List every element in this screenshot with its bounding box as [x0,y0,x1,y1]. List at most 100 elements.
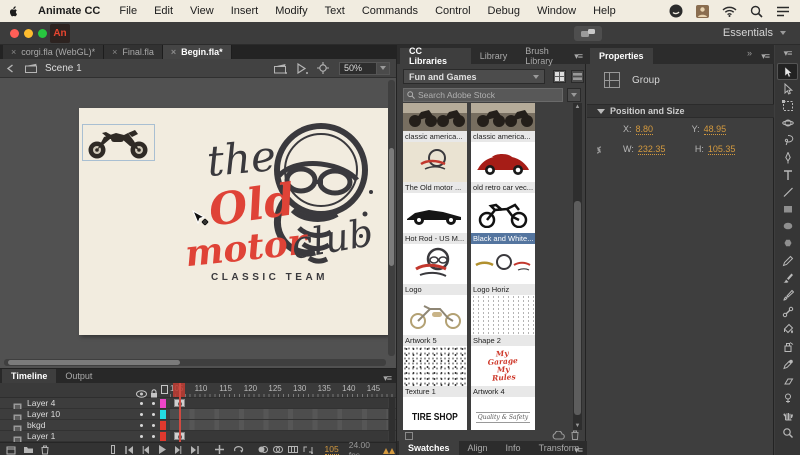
free-transform-tool[interactable] [777,97,798,114]
zoom-tool[interactable] [777,424,798,441]
polystar-tool[interactable] [777,235,798,252]
menu-modify[interactable]: Modify [275,5,307,17]
classic-brush-tool[interactable] [777,286,798,303]
menu-commands[interactable]: Commands [362,5,418,17]
pasteboard[interactable]: the Old motor club CLASSIC TEAM [0,78,396,368]
scene-name[interactable]: Scene 1 [45,63,82,74]
oval-tool[interactable] [777,218,798,235]
scroll-up-icon[interactable]: ▲ [574,103,581,111]
library-item[interactable]: Texture 1 [403,346,467,397]
menu-control[interactable]: Control [435,5,470,17]
eraser-tool[interactable] [777,372,798,389]
menu-edit[interactable]: Edit [154,5,173,17]
h-value[interactable]: 105.35 [708,144,736,155]
library-item[interactable]: Hot Rod - US M... [403,193,467,244]
library-scrollbar[interactable]: ▲ ▼ [573,103,582,430]
close-icon[interactable]: × [112,47,117,57]
layer-row-layer10[interactable]: Layer 10 [0,409,396,420]
user-avatar-icon[interactable] [696,5,709,18]
outline-all-layers-icon[interactable] [161,385,168,394]
w-value[interactable]: 232.35 [638,144,666,155]
y-value[interactable]: 48.95 [704,124,727,135]
tab-properties[interactable]: Properties [590,48,653,64]
search-input[interactable] [418,90,559,100]
menu-insert[interactable]: Insert [231,5,259,17]
asset-warp-tool[interactable] [777,390,798,407]
onion-range-icon[interactable] [382,446,396,454]
edit-symbols-button[interactable] [296,63,308,74]
panel-menu-icon[interactable]: ▾≡ [574,445,582,455]
bone-tool[interactable] [777,304,798,321]
collapse-to-icons-icon[interactable]: » [747,48,752,58]
panel-menu-icon[interactable]: ▾≡ [784,48,792,59]
insert-keyframe-button[interactable] [215,445,224,454]
layer-visibility-dot[interactable] [140,402,143,405]
stage-horizontal-scrollbar[interactable] [4,359,386,366]
menu-text[interactable]: Text [325,5,345,17]
notification-center-icon[interactable] [776,6,790,17]
paint-bucket-tool[interactable] [777,321,798,338]
lasso-tool[interactable] [777,132,798,149]
workspace-switcher[interactable]: Essentials [723,27,786,39]
zoom-dropdown-button[interactable] [377,62,390,75]
edit-multiple-frames-icon[interactable] [288,445,298,454]
go-to-first-frame-button[interactable] [125,446,134,454]
rectangle-tool[interactable] [777,201,798,218]
timeline-ruler[interactable]: 105 110 115 120 125 130 135 140 145 [0,383,396,398]
selection-tool[interactable] [777,63,798,80]
close-icon[interactable]: × [11,47,16,57]
subselection-tool[interactable] [777,80,798,97]
text-tool[interactable] [777,166,798,183]
hand-tool[interactable] [777,407,798,424]
library-item[interactable]: Quality & Safety [471,397,535,430]
pen-tool[interactable] [777,149,798,166]
library-item[interactable]: Shape 2 [471,295,535,346]
tab-info[interactable]: Info [497,441,530,455]
list-view-button[interactable] [571,70,584,83]
window-zoom-button[interactable] [38,29,47,38]
stage-vertical-scrollbar[interactable] [388,80,395,356]
loop-button[interactable] [233,445,244,454]
wifi-icon[interactable] [722,6,737,17]
current-frame-value[interactable]: 105 [325,444,339,455]
layer-row-layer1[interactable]: Layer 1 [0,431,396,442]
layer-visibility-dot[interactable] [140,424,143,427]
layer-lock-dot[interactable] [152,435,155,438]
menu-view[interactable]: View [190,5,214,17]
lock-aspect-ratio-icon[interactable] [593,142,605,160]
selected-bitmap-motorcycle[interactable] [82,124,155,161]
ink-bottle-tool[interactable] [777,338,798,355]
stage-canvas[interactable]: the Old motor club CLASSIC TEAM [79,108,388,335]
play-button[interactable] [158,445,166,454]
layer-frames[interactable] [170,398,388,408]
library-item[interactable]: Logo Horiz [471,244,535,295]
go-to-last-frame-button[interactable] [190,446,199,454]
close-icon[interactable]: × [171,47,176,57]
delete-layer-button[interactable] [41,445,49,455]
library-item[interactable]: Artwork 5 [403,295,467,346]
library-item[interactable]: The Old motor ... [403,142,467,193]
new-item-checkbox[interactable] [405,432,413,440]
library-item[interactable]: My Garage My Rules Artwork 4 [471,346,535,397]
tab-final-fla[interactable]: ×Final.fla [104,45,163,59]
step-back-button[interactable] [142,446,150,454]
grid-view-button[interactable] [553,70,566,83]
library-items-viewport[interactable]: classic america... classic america... Th… [403,103,569,430]
window-close-button[interactable] [10,29,19,38]
search-options-button[interactable] [567,88,581,102]
layer-color-swatch[interactable] [160,399,166,408]
tab-cc-libraries[interactable]: CC Libraries [400,48,471,64]
tab-timeline[interactable]: Timeline [2,369,56,383]
layer-color-swatch[interactable] [160,421,166,430]
tab-swatches[interactable]: Swatches [399,441,459,455]
window-minimize-button[interactable] [24,29,33,38]
new-layer-button[interactable] [6,445,16,455]
scrollbar-thumb[interactable] [389,148,394,266]
tab-align[interactable]: Align [459,441,497,455]
library-collection-dropdown[interactable]: Fun and Games [403,69,545,84]
back-arrow-icon[interactable] [6,64,15,73]
pencil-tool[interactable] [777,252,798,269]
library-item[interactable]: Black and White... [471,193,535,244]
layer-row-layer4[interactable]: Layer 4 [0,398,396,409]
new-folder-button[interactable] [23,445,34,454]
